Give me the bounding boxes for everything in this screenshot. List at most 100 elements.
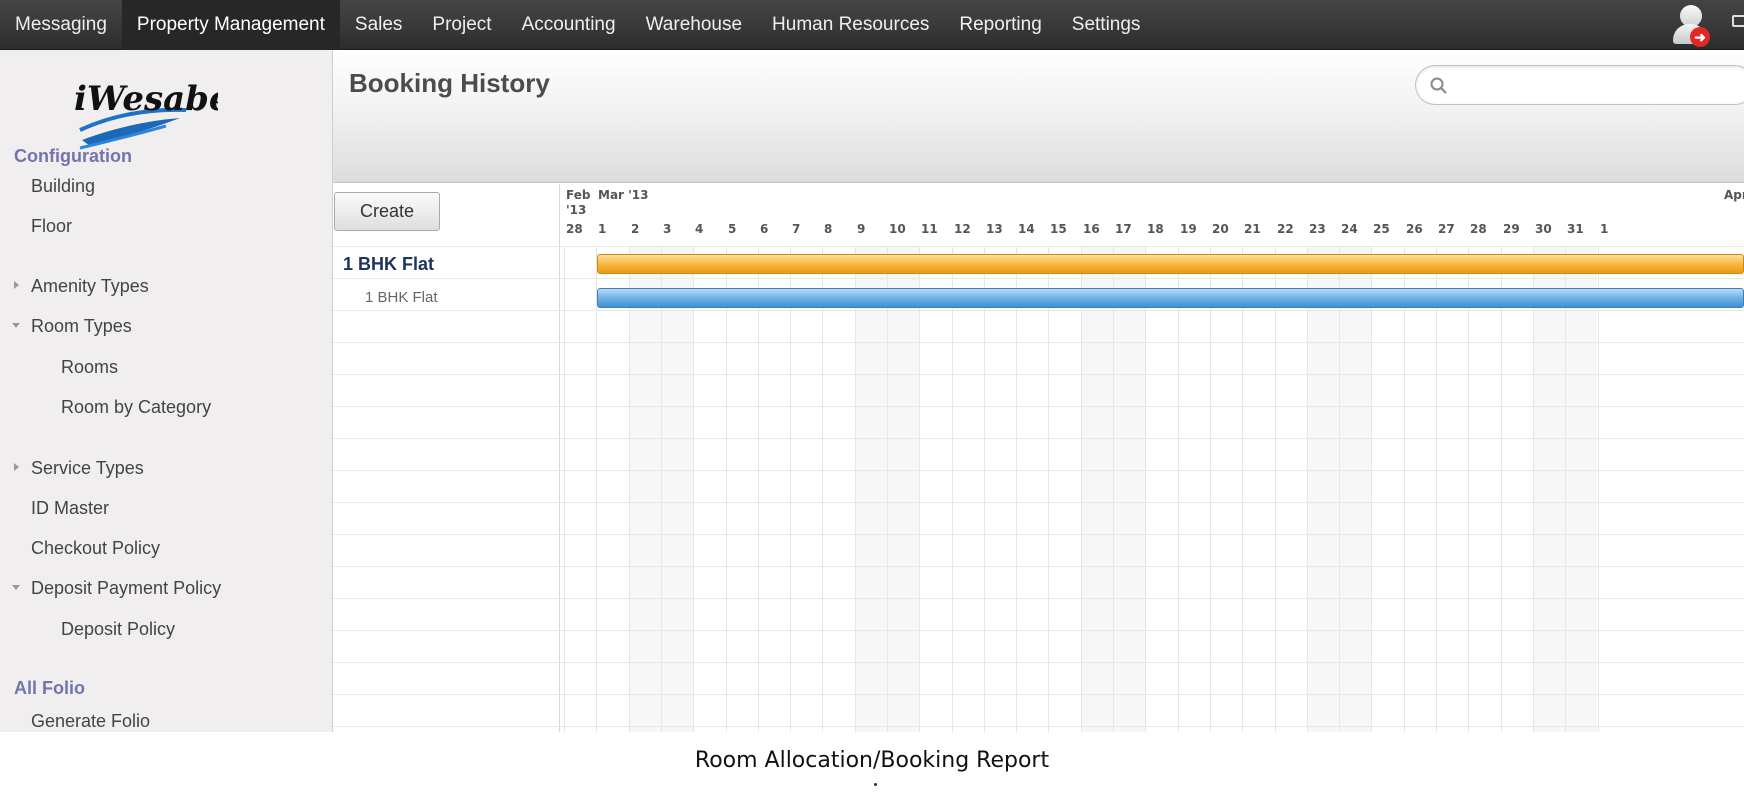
day-column [1113,246,1145,732]
row-divider [333,406,1744,407]
row-divider [333,630,1744,631]
day-column [1048,246,1080,732]
row-divider [333,438,1744,439]
day-column [693,246,725,732]
gantt-row-labels: Create 1 BHK Flat 1 BHK Flat [333,184,560,732]
day-column [1210,246,1242,732]
day-column [1145,246,1177,732]
menu-sales[interactable]: Sales [340,0,418,50]
menu-accounting[interactable]: Accounting [507,0,631,50]
day-label: 6 [760,222,769,236]
sidebar-item-floor[interactable]: Floor [31,216,72,237]
day-column [822,246,854,732]
main-menu: Messaging Property Management Sales Proj… [0,0,1155,50]
sidebar-item-generate-folio[interactable]: Generate Folio [31,711,150,732]
sidebar-item-checkout-policy[interactable]: Checkout Policy [31,538,160,559]
row-divider [333,694,1744,695]
gantt-timeline: Feb '13 Mar '13 Apr 28123456789101112131… [560,184,1744,732]
row-divider [333,246,1744,247]
day-column [1468,246,1500,732]
day-column [564,246,596,732]
day-column [1016,246,1048,732]
day-label: 18 [1147,222,1164,236]
menu-warehouse[interactable]: Warehouse [631,0,757,50]
sidebar-item-room-types[interactable]: Room Types [31,316,132,337]
collapse-arrow-icon[interactable] [12,323,20,328]
sidebar-item-service-types[interactable]: Service Types [31,458,144,479]
iwesabe-logo: iWesabe [74,79,218,150]
day-label: 12 [954,222,971,236]
create-button[interactable]: Create [334,192,440,231]
sidebar-item-room-by-category[interactable]: Room by Category [61,397,211,418]
row-divider [333,566,1744,567]
day-column [1565,246,1597,732]
row-divider [333,310,1744,311]
menu-human-resources[interactable]: Human Resources [757,0,944,50]
day-column [1242,246,1274,732]
sidebar-item-deposit-payment-policy[interactable]: Deposit Payment Policy [31,578,221,599]
menu-project[interactable]: Project [417,0,506,50]
day-label: 3 [663,222,672,236]
day-label: 4 [695,222,704,236]
row-divider [333,342,1744,343]
month-label-apr: Apr [1724,188,1744,202]
booking-bar-room[interactable] [597,288,1744,308]
svg-text:iWesabe: iWesabe [74,79,218,119]
day-label: 25 [1373,222,1390,236]
booking-bar-group[interactable] [597,254,1744,274]
top-navbar: Messaging Property Management Sales Proj… [0,0,1744,50]
day-column [855,246,887,732]
day-column [661,246,693,732]
day-column [1501,246,1533,732]
row-divider [333,598,1744,599]
day-column [1404,246,1436,732]
search-box[interactable] [1415,65,1744,105]
expand-arrow-icon[interactable] [14,463,19,471]
sidebar-item-deposit-policy[interactable]: Deposit Policy [61,619,175,640]
day-column [726,246,758,732]
search-input[interactable] [1456,72,1736,98]
menu-settings[interactable]: Settings [1057,0,1156,50]
day-label: 7 [792,222,801,236]
day-label: 20 [1212,222,1229,236]
logout-icon[interactable]: ➜ [1690,27,1710,47]
day-label: 31 [1567,222,1584,236]
day-label: 19 [1180,222,1197,236]
menu-messaging[interactable]: Messaging [0,0,122,50]
expand-arrow-icon[interactable] [14,281,19,289]
day-label: 2 [631,222,640,236]
row-divider [333,374,1744,375]
day-label: 8 [824,222,833,236]
gantt-row-label[interactable]: 1 BHK Flat [365,289,438,306]
sidebar-item-building[interactable]: Building [31,176,95,197]
menu-property-management[interactable]: Property Management [121,0,340,50]
day-column [887,246,919,732]
day-label: 28 [1470,222,1487,236]
row-divider [333,726,1744,727]
day-label: 11 [921,222,938,236]
app-window: Messaging Property Management Sales Proj… [0,0,1744,732]
sidebar-item-id-master[interactable]: ID Master [31,498,109,519]
gantt-group-label[interactable]: 1 BHK Flat [343,254,434,275]
sidebar-item-amenity-types[interactable]: Amenity Types [31,276,149,297]
day-column [1598,246,1630,732]
day-column [1178,246,1210,732]
collapse-arrow-icon[interactable] [12,585,20,590]
day-label: 26 [1406,222,1423,236]
page-title: Booking History [349,68,550,98]
menu-reporting[interactable]: Reporting [944,0,1056,50]
user-avatar-icon[interactable]: ➜ [1668,3,1712,47]
caption-dot [874,783,877,786]
day-label: 10 [889,222,906,236]
day-label: 28 [566,222,583,236]
day-column [1436,246,1468,732]
all-folio-title: All Folio [14,678,85,698]
day-label: 23 [1309,222,1326,236]
mail-icon[interactable] [1732,15,1744,27]
day-label: 16 [1083,222,1100,236]
configuration-title: Configuration [14,146,132,166]
row-divider [333,662,1744,663]
sidebar-item-rooms[interactable]: Rooms [61,357,118,378]
day-column [919,246,951,732]
booking-gantt: Create 1 BHK Flat 1 BHK Flat Feb '13 Mar… [333,184,1744,732]
